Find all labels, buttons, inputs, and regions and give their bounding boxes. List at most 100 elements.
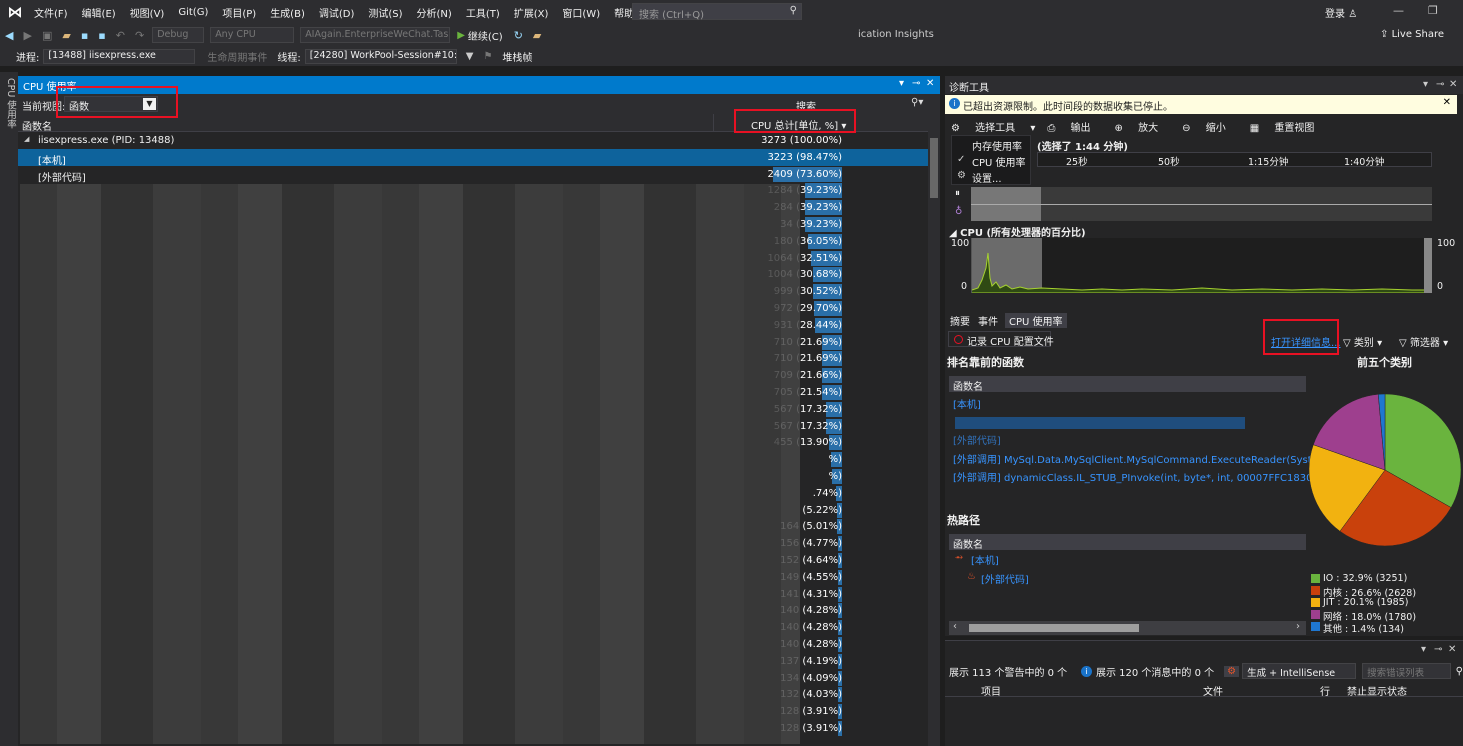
close-icon[interactable]: ✕ <box>1448 644 1456 655</box>
undo-icon[interactable]: ↶ <box>116 29 125 42</box>
menu-item-cpu-usage[interactable]: ✓ CPU 使用率 <box>952 152 1030 169</box>
menu-test[interactable]: 测试(S) <box>361 5 409 20</box>
table-row[interactable]: [本机] 3223 (98.47%) <box>18 148 928 167</box>
output-button[interactable]: ⎙ 输出 <box>1047 119 1102 134</box>
live-share-button[interactable]: ⇪ Live Share <box>1380 29 1444 40</box>
top-function-link[interactable]: [本机] <box>953 396 981 411</box>
menu-item-settings[interactable]: ⚙ 设置... <box>952 168 1030 185</box>
top-functions-header[interactable]: 函数名 <box>949 376 1306 393</box>
new-item-icon[interactable]: ▣ <box>42 29 52 42</box>
table-row[interactable]: [外部代码] 2409 (73.60%) <box>18 166 928 184</box>
panel-menu-icon[interactable]: ▾ <box>1423 79 1428 90</box>
column-divider[interactable] <box>713 114 714 132</box>
close-icon[interactable]: ✕ <box>926 78 934 89</box>
menu-analyze[interactable]: 分析(N) <box>410 5 459 20</box>
startup-project-select[interactable]: AIAgain.EnterpriseWeChat.Task <box>300 27 451 43</box>
maximize-icon[interactable]: ❐ <box>1428 4 1438 17</box>
save-all-icon[interactable]: ▪ <box>98 29 105 42</box>
pin-icon[interactable]: ⊸ <box>1436 79 1444 90</box>
forward-icon[interactable]: ▶ <box>23 29 31 42</box>
column-header-project[interactable]: 项目 <box>981 683 1001 698</box>
zoom-out-button[interactable]: ⊖ 缩小 <box>1182 119 1238 134</box>
top-function-link[interactable]: [外部调用] dynamicClass.IL_STUB_PInvoke(int,… <box>953 469 1343 484</box>
category-filter-button[interactable]: ▽ 类别 ▾ <box>1343 334 1382 349</box>
chevron-left-icon[interactable]: ‹ <box>953 621 957 632</box>
menu-tools[interactable]: 工具(T) <box>459 5 507 20</box>
continue-icon[interactable]: ▶ <box>457 30 465 41</box>
collapse-icon[interactable]: ◢ <box>24 135 29 143</box>
table-row[interactable]: ◢ iisexpress.exe (PID: 13488) 3273 (100.00… <box>18 132 928 149</box>
chevron-right-icon[interactable]: › <box>1296 621 1300 632</box>
filter-icon[interactable]: ▼ <box>466 51 474 62</box>
close-icon[interactable]: ✕ <box>1443 97 1451 108</box>
menu-file[interactable]: 文件(F) <box>27 5 75 20</box>
hot-path-item[interactable]: [本机] <box>971 552 999 567</box>
folder-icon[interactable]: ▰ <box>533 29 541 42</box>
side-tool-tab[interactable]: CPU 使用率 <box>0 72 18 746</box>
scrollbar-thumb[interactable] <box>930 138 938 198</box>
search-icon: ⚲ <box>789 5 797 16</box>
hot-path-item[interactable]: [外部代码] <box>981 571 1029 586</box>
pause-icon[interactable]: ⏸ <box>955 188 960 199</box>
vertical-scrollbar[interactable] <box>928 114 940 746</box>
menu-extensions[interactable]: 扩展(X) <box>507 5 556 20</box>
back-icon[interactable]: ◀ <box>5 29 13 42</box>
tab-summary[interactable]: 摘要 <box>950 313 970 328</box>
menu-git[interactable]: Git(G) <box>171 7 215 18</box>
search-icon[interactable]: ⚲ <box>1456 666 1463 677</box>
redo-icon[interactable]: ↷ <box>135 29 144 42</box>
build-intellisense-select[interactable]: 生成 + IntelliSense <box>1242 663 1357 679</box>
save-icon[interactable]: ▪ <box>81 29 88 42</box>
filter-button[interactable]: ▽ 筛选器 ▾ <box>1399 334 1448 349</box>
column-header-suppression[interactable]: 禁止显示状态 <box>1347 683 1407 698</box>
pin-icon[interactable]: ⊸ <box>912 78 920 89</box>
top-function-link[interactable]: [外部调用] MySql.Data.MySqlClient.MySqlComma… <box>953 451 1355 466</box>
open-folder-icon[interactable]: ▰ <box>62 29 70 42</box>
menu-item-memory-usage[interactable]: 内存使用率 <box>952 136 1030 153</box>
panel-menu-icon[interactable]: ▾ <box>1421 644 1426 655</box>
thread-select[interactable]: [24280] WorkPool-Session#10: <box>304 48 457 64</box>
menu-edit[interactable]: 编辑(E) <box>75 5 123 20</box>
application-insights-button[interactable]: ication Insights <box>858 29 934 40</box>
warnings-toggle[interactable]: 展示 113 个警告中的 0 个 <box>949 664 1067 679</box>
tab-cpu-usage[interactable]: CPU 使用率 <box>1005 313 1067 328</box>
zoom-in-button[interactable]: ⊕ 放大 <box>1115 119 1171 134</box>
menu-window[interactable]: 窗口(W) <box>555 5 607 20</box>
cpu-usage-graph[interactable] <box>971 238 1432 293</box>
events-track[interactable] <box>971 187 1432 221</box>
hot-path-header[interactable]: 函数名 <box>949 534 1306 551</box>
record-cpu-profile-button[interactable]: 记录 CPU 配置文件 <box>948 331 1054 348</box>
restart-icon[interactable]: ↻ <box>514 29 523 42</box>
column-header-file[interactable]: 文件 <box>1203 683 1223 698</box>
global-search-input[interactable]: 搜索 (Ctrl+Q) ⚲ <box>632 3 802 21</box>
close-icon[interactable]: ✕ <box>1449 79 1457 90</box>
timeline-ruler[interactable]: 25秒 50秒 1:15分钟 1:40分钟 <box>1037 152 1432 168</box>
tab-events[interactable]: 事件 <box>978 313 998 328</box>
pin-icon[interactable]: ⊸ <box>1434 644 1442 655</box>
menu-project[interactable]: 项目(P) <box>215 5 263 20</box>
reset-view-button[interactable]: ▦ 重置视图 <box>1250 119 1327 134</box>
process-select[interactable]: [13488] iisexpress.exe <box>43 48 196 64</box>
config-select[interactable]: Debug <box>152 27 205 43</box>
continue-button[interactable]: 继续(C) <box>468 28 503 43</box>
minimize-icon[interactable]: — <box>1393 4 1404 17</box>
login-button[interactable]: 登录 ♙ <box>1325 5 1357 20</box>
lifecycle-events-button[interactable]: 生命周期事件 <box>207 49 267 64</box>
platform-select[interactable]: Any CPU <box>210 27 295 43</box>
column-header-function-name[interactable]: 函数名 <box>22 118 52 133</box>
menu-view[interactable]: 视图(V) <box>123 5 172 20</box>
horizontal-scrollbar[interactable]: ‹ › <box>949 621 1306 635</box>
select-tools-menu: 内存使用率 ✓ CPU 使用率 ⚙ 设置... <box>951 135 1031 185</box>
menu-build[interactable]: 生成(B) <box>263 5 312 20</box>
error-list-search-input[interactable]: 搜索错误列表 <box>1362 663 1451 679</box>
messages-toggle[interactable]: 展示 120 个消息中的 0 个 <box>1096 664 1214 679</box>
search-icon[interactable]: ⚲▾ <box>911 97 923 108</box>
column-header-line[interactable]: 行 <box>1320 683 1330 698</box>
panel-menu-icon[interactable]: ▾ <box>899 78 904 89</box>
select-tools-button[interactable]: ⚙ 选择工具 ▾ <box>951 119 1035 134</box>
build-filter-icon[interactable]: ⚙ <box>1224 665 1240 677</box>
menu-debug[interactable]: 调试(D) <box>312 5 362 20</box>
flag-icon[interactable]: ⚑ <box>483 51 492 62</box>
scrollbar-thumb[interactable] <box>969 624 1139 632</box>
top-function-link[interactable]: [外部代码] <box>953 432 1001 447</box>
